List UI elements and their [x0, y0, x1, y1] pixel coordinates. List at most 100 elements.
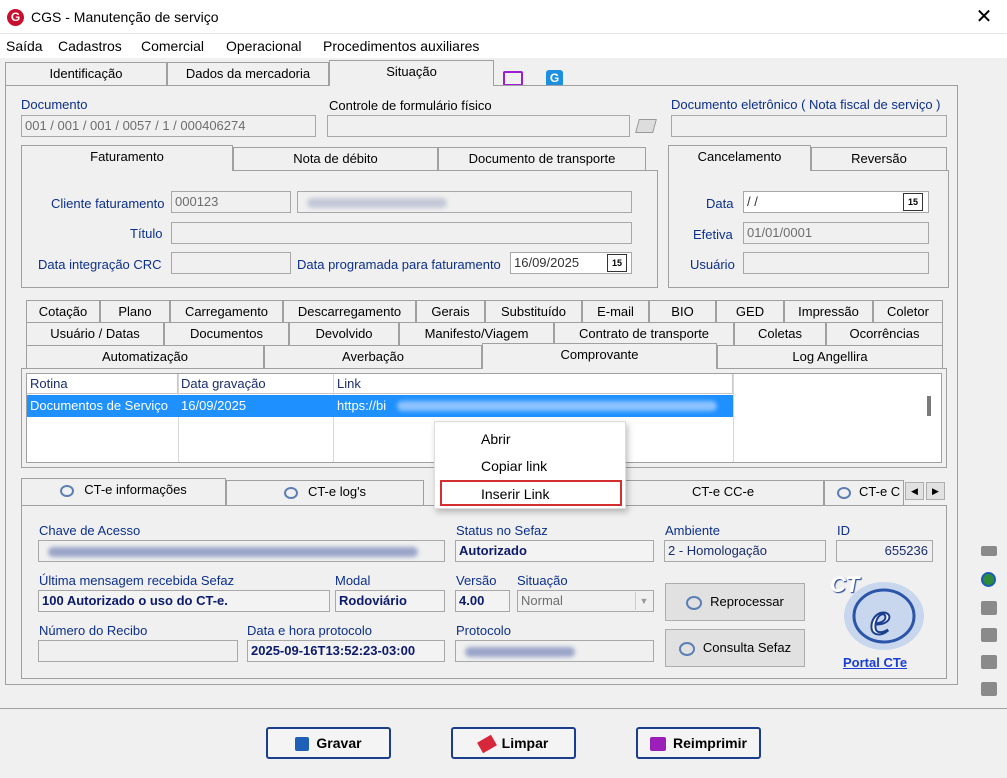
tab-gerais[interactable]: Gerais	[416, 300, 485, 323]
id-field[interactable]: 655236	[836, 540, 933, 562]
tab-comprovante[interactable]: Comprovante	[482, 343, 717, 369]
tools-icon[interactable]	[981, 682, 997, 696]
titulo-field[interactable]	[171, 222, 632, 244]
documento-field[interactable]: 001 / 001 / 001 / 0057 / 1 / 000406274	[21, 115, 316, 137]
consulta-sefaz-button[interactable]: Consulta Sefaz	[665, 629, 805, 667]
row-data[interactable]: 16/09/2025	[178, 395, 333, 417]
grid-header-data[interactable]: Data gravação	[178, 374, 334, 394]
reprocessar-button[interactable]: Reprocessar	[665, 583, 805, 621]
globe-icon[interactable]	[981, 572, 996, 587]
tab-contrato-transporte[interactable]: Contrato de transporte	[554, 322, 734, 345]
cte-logo: e CT	[830, 572, 932, 656]
status-field[interactable]: Autorizado	[455, 540, 654, 562]
tab-plano[interactable]: Plano	[100, 300, 170, 323]
box-icon[interactable]	[981, 655, 997, 669]
cliente-name-field[interactable]	[297, 191, 632, 213]
grid-header-rotina[interactable]: Rotina	[27, 374, 178, 394]
tab-email[interactable]: E-mail	[582, 300, 649, 323]
svg-text:e: e	[870, 593, 890, 644]
menu-saida[interactable]: Saída	[6, 38, 43, 54]
tab-situacao[interactable]: Situação	[329, 60, 494, 86]
situacao-select[interactable]: Normal	[517, 590, 654, 612]
menu-comercial[interactable]: Comercial	[141, 38, 204, 54]
tab-cancelamento[interactable]: Cancelamento	[668, 145, 811, 171]
data-field[interactable]: / /	[743, 191, 929, 213]
tab-cte-cce[interactable]: CT-e CC-e	[622, 480, 824, 505]
tab-impressao[interactable]: Impressão	[784, 300, 873, 323]
chave-field[interactable]	[38, 540, 445, 562]
crc-field[interactable]	[171, 252, 291, 274]
close-button[interactable]: ✕	[970, 4, 998, 30]
eletronico-label: Documento eletrônico ( Nota fiscal de se…	[671, 97, 941, 112]
gravar-button[interactable]: Gravar	[266, 727, 391, 759]
eletronico-field[interactable]	[671, 115, 947, 137]
cte-icon	[678, 641, 695, 656]
ciot-icon[interactable]	[981, 546, 997, 556]
ctx-copiar-link[interactable]: Copiar link	[481, 458, 547, 474]
grid-header-link[interactable]: Link	[334, 374, 733, 394]
truck-icon[interactable]	[981, 601, 997, 615]
tab-ged[interactable]: GED	[716, 300, 784, 323]
efetiva-label: Efetiva	[693, 227, 733, 242]
truck-arrow-icon[interactable]	[981, 628, 997, 642]
row-link[interactable]: https://bi	[334, 395, 394, 417]
tab-usuario-datas[interactable]: Usuário / Datas	[26, 322, 164, 345]
tab-bio[interactable]: BIO	[649, 300, 716, 323]
tab-log-angellira[interactable]: Log Angellira	[717, 345, 943, 368]
tab-documentos[interactable]: Documentos	[164, 322, 289, 345]
tab-devolvido[interactable]: Devolvido	[289, 322, 399, 345]
tab-cte-informacoes[interactable]: CT-e informações	[21, 478, 226, 505]
tab-nota-debito[interactable]: Nota de débito	[233, 147, 438, 171]
tab-automatizacao[interactable]: Automatização	[26, 345, 264, 368]
recibo-field[interactable]	[38, 640, 238, 662]
tab-faturamento[interactable]: Faturamento	[21, 145, 233, 171]
efetiva-field[interactable]: 01/01/0001	[743, 222, 929, 244]
portal-cte-link[interactable]: Portal CTe	[843, 655, 907, 670]
menu-procedimentos[interactable]: Procedimentos auxiliares	[323, 38, 479, 54]
tab-ocorrencias[interactable]: Ocorrências	[826, 322, 943, 345]
modal-label: Modal	[335, 573, 371, 588]
monitor-icon[interactable]	[503, 71, 523, 86]
tab-identificacao[interactable]: Identificação	[5, 62, 167, 86]
tab-averbacao[interactable]: Averbação	[264, 345, 482, 368]
usuario-field[interactable]	[743, 252, 929, 274]
tab-scroll-right-button[interactable]: ▶	[926, 482, 945, 500]
tab-cotacao[interactable]: Cotação	[26, 300, 100, 323]
ctx-inserir-link[interactable]: Inserir Link	[481, 486, 549, 502]
tab-coletas[interactable]: Coletas	[734, 322, 826, 345]
tab-reversao[interactable]: Reversão	[811, 147, 947, 171]
situacao-label: Situação	[517, 573, 568, 588]
protocolo-dt-field[interactable]: 2025-09-16T13:52:23-03:00	[247, 640, 445, 662]
status-label: Status no Sefaz	[456, 523, 548, 538]
protocolo-field[interactable]	[455, 640, 654, 662]
forms-icon[interactable]	[635, 119, 657, 133]
reimprimir-button[interactable]: Reimprimir	[636, 727, 761, 759]
cte-icon	[686, 595, 703, 610]
tab-carregamento[interactable]: Carregamento	[170, 300, 283, 323]
modal-field[interactable]: Rodoviário	[335, 590, 445, 612]
msg-field[interactable]: 100 Autorizado o uso do CT-e.	[38, 590, 330, 612]
tab-manifesto-viagem[interactable]: Manifesto/Viagem	[399, 322, 554, 345]
row-rotina[interactable]: Documentos de Serviço	[27, 395, 178, 417]
tab-dados-mercadoria[interactable]: Dados da mercadoria	[167, 62, 329, 86]
menu-operacional[interactable]: Operacional	[226, 38, 302, 54]
cliente-code-field[interactable]: 000123	[171, 191, 291, 213]
tab-substituido[interactable]: Substituído	[485, 300, 582, 323]
tab-documento-transporte[interactable]: Documento de transporte	[438, 147, 646, 171]
tab-coletor[interactable]: Coletor	[873, 300, 943, 323]
calendar-icon[interactable]: 15	[607, 254, 627, 272]
printer-icon	[650, 737, 667, 752]
tab-descarregamento[interactable]: Descarregamento	[283, 300, 416, 323]
tab-scroll-left-button[interactable]: ◀	[905, 482, 924, 500]
calendar-icon[interactable]: 15	[903, 193, 923, 211]
grid-scrollbar-thumb[interactable]	[927, 396, 931, 416]
tab-cte-c[interactable]: CT-e C	[824, 480, 904, 505]
menu-cadastros[interactable]: Cadastros	[58, 38, 122, 54]
limpar-button[interactable]: Limpar	[451, 727, 576, 759]
versao-field[interactable]: 4.00	[455, 590, 510, 612]
ctx-abrir[interactable]: Abrir	[481, 431, 511, 447]
ambiente-field[interactable]: 2 - Homologação	[664, 540, 826, 562]
chevron-down-icon[interactable]: ▼	[635, 592, 652, 610]
tab-cte-logs[interactable]: CT-e log's	[226, 480, 424, 505]
controle-field[interactable]	[327, 115, 630, 137]
